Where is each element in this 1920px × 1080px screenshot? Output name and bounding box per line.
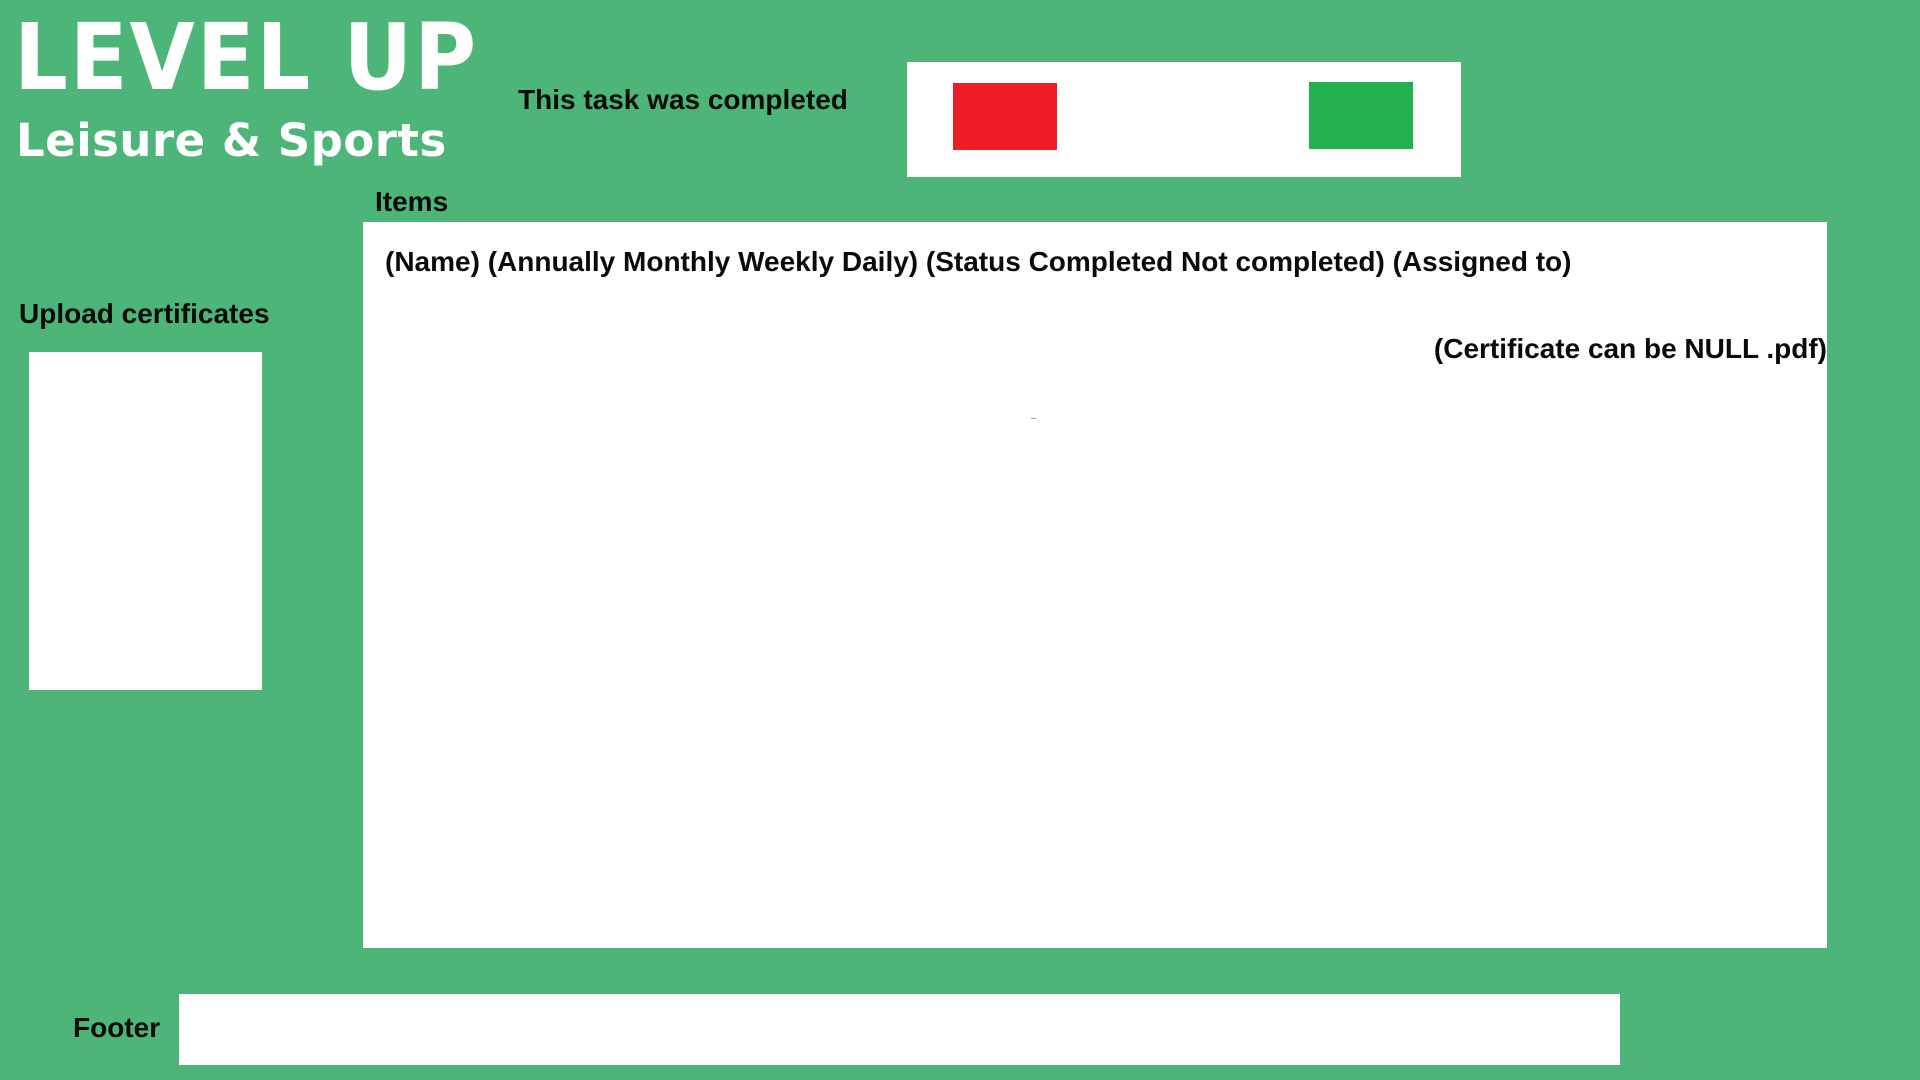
stray-mark xyxy=(1031,418,1036,419)
footer-bar xyxy=(179,994,1620,1065)
footer-label: Footer xyxy=(73,1012,161,1043)
page: LEVEL UP Leisure & Sports This task was … xyxy=(0,0,1920,1080)
logo-subtitle: Leisure & Sports xyxy=(16,114,447,167)
items-heading: Items xyxy=(375,186,449,217)
items-panel: (Name) (Annually Monthly Weekly Daily) (… xyxy=(363,222,1827,948)
certificate-note: (Certificate can be NULL .pdf) xyxy=(1433,333,1827,364)
upload-certificates-label: Upload certificates xyxy=(19,298,270,329)
brand-logo: LEVEL UP Leisure & Sports xyxy=(14,10,476,170)
upload-certificates-dropzone[interactable] xyxy=(29,352,262,690)
completed-button[interactable] xyxy=(1309,82,1413,149)
logo-title: LEVEL UP xyxy=(14,4,478,111)
status-panel xyxy=(907,62,1461,177)
not-completed-button[interactable] xyxy=(953,83,1057,150)
items-column-headers: (Name) (Annually Monthly Weekly Daily) (… xyxy=(385,246,1572,277)
task-completed-label: This task was completed xyxy=(518,84,848,115)
